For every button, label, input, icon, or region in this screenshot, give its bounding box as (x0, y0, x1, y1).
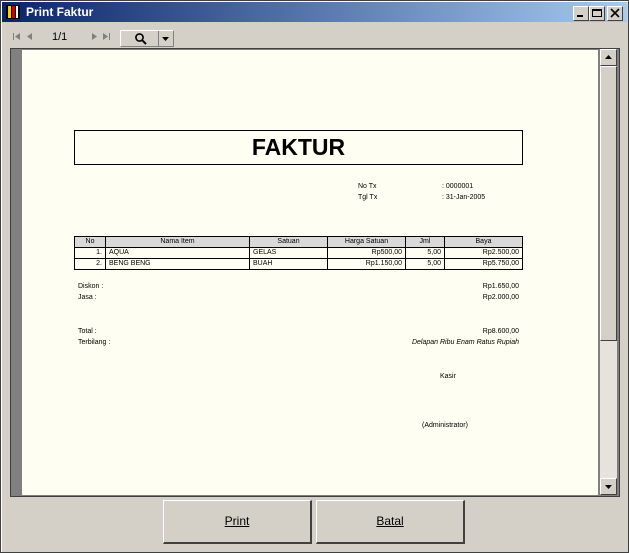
last-page-icon (103, 33, 110, 40)
cell-satuan: BUAH (249, 258, 328, 270)
items-table: No Nama Item Satuan Harga Satuan Jml Bay… (74, 236, 523, 270)
cell-nama-item: AQUA (105, 247, 250, 259)
report-page (22, 50, 598, 495)
cell-harga-satuan: Rp500,00 (327, 247, 406, 259)
cell-nama-item: BENG BENG (105, 258, 250, 270)
table-header-row: No Nama Item Satuan Harga Satuan Jml Bay… (74, 236, 523, 248)
scroll-up-button[interactable] (600, 49, 617, 66)
cell-jml: 5,00 (405, 247, 445, 259)
total-label: Total : (78, 328, 97, 335)
tgl-tx-value: : 31-Jan-2005 (442, 194, 486, 201)
kasir-label: Kasir (440, 373, 456, 380)
diskon-value: Rp1.650,00 (482, 283, 519, 290)
col-header-baya: Baya (444, 236, 523, 248)
batal-button-label: Batal (376, 514, 404, 528)
print-button-label: Print (224, 514, 250, 528)
scroll-down-button[interactable] (600, 478, 617, 495)
prev-page-button[interactable] (24, 30, 35, 43)
col-header-no: No (74, 236, 106, 248)
app-icon (6, 5, 20, 19)
first-page-button[interactable] (11, 30, 22, 43)
report-title: FAKTUR (251, 134, 346, 160)
last-page-button[interactable] (101, 30, 112, 43)
vertical-scrollbar[interactable] (600, 49, 617, 495)
cell-satuan: GELAS (249, 247, 328, 259)
cell-baya: Rp5.750,00 (444, 258, 523, 270)
zoom-separator (158, 31, 159, 46)
scrollbar-thumb[interactable] (600, 66, 617, 341)
chevron-down-icon (162, 37, 169, 41)
zoom-dropdown[interactable] (120, 30, 174, 47)
next-page-button[interactable] (89, 30, 100, 43)
first-page-icon (13, 33, 20, 40)
next-page-icon (92, 33, 97, 40)
cell-harga-satuan: Rp1.150,00 (327, 258, 406, 270)
cell-jml: 5,00 (405, 258, 445, 270)
window-title: Print Faktur (26, 5, 94, 19)
cell-baya: Rp2.500,00 (444, 247, 523, 259)
col-header-satuan: Satuan (249, 236, 328, 248)
total-value: Rp8.600,00 (482, 328, 519, 335)
close-button[interactable] (607, 6, 623, 21)
diskon-label: Diskon : (78, 283, 104, 290)
col-header-nama-item: Nama Item (105, 236, 250, 248)
jasa-value: Rp2.000,00 (482, 294, 519, 301)
cell-no: 2. (74, 258, 106, 270)
print-button[interactable]: Print (163, 500, 312, 544)
table-row: 1. AQUA GELAS Rp500,00 5,00 Rp2.500,00 (74, 247, 523, 259)
prev-page-icon (27, 33, 32, 40)
col-header-jml: Jml (405, 236, 445, 248)
batal-button[interactable]: Batal (316, 500, 465, 544)
page-indicator: 1/1 (52, 31, 68, 43)
magnifier-icon (135, 33, 147, 45)
no-tx-value: : 0000001 (442, 183, 474, 190)
kasir-name: (Administrator) (422, 422, 468, 429)
tgl-tx-label: Tgl Tx (358, 194, 378, 201)
cell-no: 1. (74, 247, 106, 259)
minimize-button[interactable] (573, 6, 589, 21)
maximize-button[interactable] (589, 6, 605, 21)
title-bar[interactable]: Print Faktur (2, 2, 627, 22)
table-row: 2. BENG BENG BUAH Rp1.150,00 5,00 Rp5.75… (74, 258, 523, 270)
terbilang-label: Terbilang : (78, 339, 111, 346)
jasa-label: Jasa : (78, 294, 97, 301)
no-tx-label: No Tx (358, 183, 377, 190)
col-header-harga-satuan: Harga Satuan (327, 236, 406, 248)
terbilang-value: Delapan Ribu Enam Ratus Rupiah (411, 339, 519, 346)
report-title-box: FAKTUR (74, 130, 523, 165)
